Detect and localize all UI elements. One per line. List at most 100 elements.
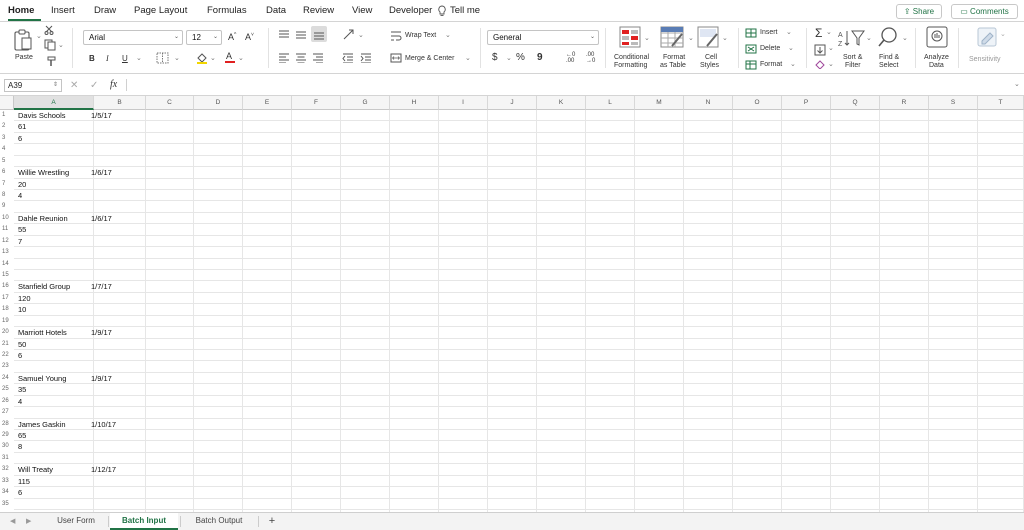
wrap-text-button[interactable]: Wrap Text [405, 32, 436, 39]
insert-dropdown-icon[interactable]: ⌄ [786, 28, 792, 36]
cell-a22[interactable]: 6 [18, 350, 22, 361]
format-as-table-icon[interactable] [660, 26, 686, 48]
column-header-q[interactable]: Q [831, 96, 880, 110]
delete-button[interactable]: Delete [760, 45, 780, 52]
cell-b16[interactable]: 1/7/17 [91, 281, 112, 292]
tab-page-layout[interactable]: Page Layout [134, 5, 187, 16]
sheet-tab-user-form[interactable]: User Form [46, 513, 106, 530]
align-bottom-button[interactable] [311, 26, 327, 42]
cell-b20[interactable]: 1/9/17 [91, 327, 112, 338]
cell-a33[interactable]: 115 [18, 476, 30, 487]
find-dropdown-icon[interactable]: ⌄ [902, 34, 908, 42]
clear-dropdown-icon[interactable]: ⌄ [828, 60, 834, 68]
cell-a11[interactable]: 55 [18, 224, 26, 235]
row-header[interactable]: 7 [0, 178, 14, 190]
paste-dropdown-icon[interactable]: ⌄ [36, 32, 42, 40]
add-sheet-button[interactable]: + [262, 513, 282, 530]
align-middle-icon[interactable] [295, 30, 307, 40]
tab-view[interactable]: View [352, 5, 372, 16]
align-center-icon[interactable] [295, 53, 307, 63]
number-format-select[interactable]: General ⌄ [487, 30, 599, 45]
row-header[interactable]: 21 [0, 338, 14, 350]
find-select-icon[interactable] [877, 26, 899, 50]
merge-dropdown-icon[interactable]: ⌄ [465, 54, 471, 62]
font-name-select[interactable]: Arial ⌄ [83, 30, 183, 45]
prev-sheet-icon[interactable]: ◀ [10, 517, 15, 525]
borders-dropdown-icon[interactable]: ⌄ [174, 54, 180, 62]
decrease-decimal-button[interactable]: .00 →0 [586, 52, 595, 64]
sensitivity-icon[interactable] [976, 26, 998, 48]
column-header-t[interactable]: T [978, 96, 1024, 110]
sheet-tab-batch-output[interactable]: Batch Output [182, 513, 256, 530]
cell-a6[interactable]: Willie Wrestling [18, 167, 69, 178]
column-header-m[interactable]: M [635, 96, 684, 110]
cell-a18[interactable]: 10 [18, 304, 26, 315]
cell-a28[interactable]: James Gaskin [18, 419, 66, 430]
column-header-o[interactable]: O [733, 96, 782, 110]
currency-button[interactable]: $ [492, 52, 498, 63]
column-header-p[interactable]: P [782, 96, 831, 110]
copy-icon[interactable] [44, 39, 56, 51]
row-header[interactable]: 17 [0, 292, 14, 305]
conditional-dropdown-icon[interactable]: ⌄ [644, 34, 650, 42]
cell-a32[interactable]: Will Treaty [18, 464, 53, 475]
row-header[interactable]: 18 [0, 304, 14, 316]
conditional-formatting-icon[interactable] [619, 26, 641, 48]
row-header[interactable]: 10 [0, 212, 14, 225]
insert-button[interactable]: Insert [760, 29, 778, 36]
cell-b10[interactable]: 1/6/17 [91, 213, 112, 224]
tab-insert[interactable]: Insert [51, 5, 75, 16]
row-header[interactable]: 13 [0, 247, 14, 259]
cell-a21[interactable]: 50 [18, 339, 26, 350]
cell-a12[interactable]: 7 [18, 236, 22, 247]
column-header-f[interactable]: F [292, 96, 341, 110]
cell-b28[interactable]: 1/10/17 [91, 419, 116, 430]
decrease-indent-icon[interactable] [342, 53, 354, 63]
sort-filter-icon[interactable]: AZ [838, 28, 866, 48]
underline-dropdown-icon[interactable]: ⌄ [136, 54, 142, 62]
column-header-l[interactable]: L [586, 96, 635, 110]
row-header[interactable]: 35 [0, 498, 14, 510]
row-header[interactable]: 14 [0, 258, 14, 270]
cell-b32[interactable]: 1/12/17 [91, 464, 116, 475]
tab-draw[interactable]: Draw [94, 5, 116, 16]
cell-a17[interactable]: 120 [18, 293, 31, 304]
cell-a7[interactable]: 20 [18, 179, 26, 190]
fill-color-dropdown-icon[interactable]: ⌄ [210, 54, 216, 62]
cell-a24[interactable]: Samuel Young [18, 373, 66, 384]
orientation-icon[interactable] [342, 28, 356, 40]
tab-home[interactable]: Home [8, 5, 34, 16]
cell-a25[interactable]: 35 [18, 384, 26, 395]
name-box[interactable]: A39 ⇕ [4, 79, 62, 92]
cell-a1[interactable]: Davis Schools [18, 110, 66, 121]
next-sheet-icon[interactable]: ▶ [26, 517, 31, 525]
sort-dropdown-icon[interactable]: ⌄ [866, 34, 872, 42]
row-header[interactable]: 19 [0, 315, 14, 328]
column-header-i[interactable]: I [439, 96, 488, 110]
tab-data[interactable]: Data [266, 5, 286, 16]
share-button[interactable]: ⇪ Share [896, 4, 942, 19]
row-header[interactable]: 16 [0, 281, 14, 293]
row-header[interactable]: 22 [0, 350, 14, 362]
row-header[interactable]: 6 [0, 167, 14, 179]
font-color-dropdown-icon[interactable]: ⌄ [238, 54, 244, 62]
cell-b24[interactable]: 1/9/17 [91, 373, 112, 384]
insert-function-button[interactable]: fx [110, 79, 117, 90]
grow-font-button[interactable]: A^ [228, 32, 236, 42]
row-header[interactable]: 8 [0, 190, 14, 202]
cut-icon[interactable] [44, 25, 54, 35]
column-header-j[interactable]: J [488, 96, 537, 110]
increase-decimal-button[interactable]: ←0.00 [566, 52, 575, 64]
font-size-select[interactable]: 12 ⌄ [186, 30, 222, 45]
column-header-c[interactable]: C [146, 96, 194, 110]
row-header[interactable]: 11 [0, 224, 14, 236]
autosum-dropdown-icon[interactable]: ⌄ [826, 28, 832, 36]
italic-button[interactable]: I [106, 54, 109, 63]
format-dropdown-icon[interactable]: ⌄ [790, 60, 796, 68]
row-header[interactable]: 12 [0, 235, 14, 248]
row-header[interactable]: 23 [0, 361, 14, 373]
comments-button[interactable]: ▭ Comments [951, 4, 1018, 19]
cell-a26[interactable]: 4 [18, 396, 22, 407]
row-header[interactable]: 34 [0, 487, 14, 499]
row-header[interactable]: 30 [0, 441, 14, 453]
